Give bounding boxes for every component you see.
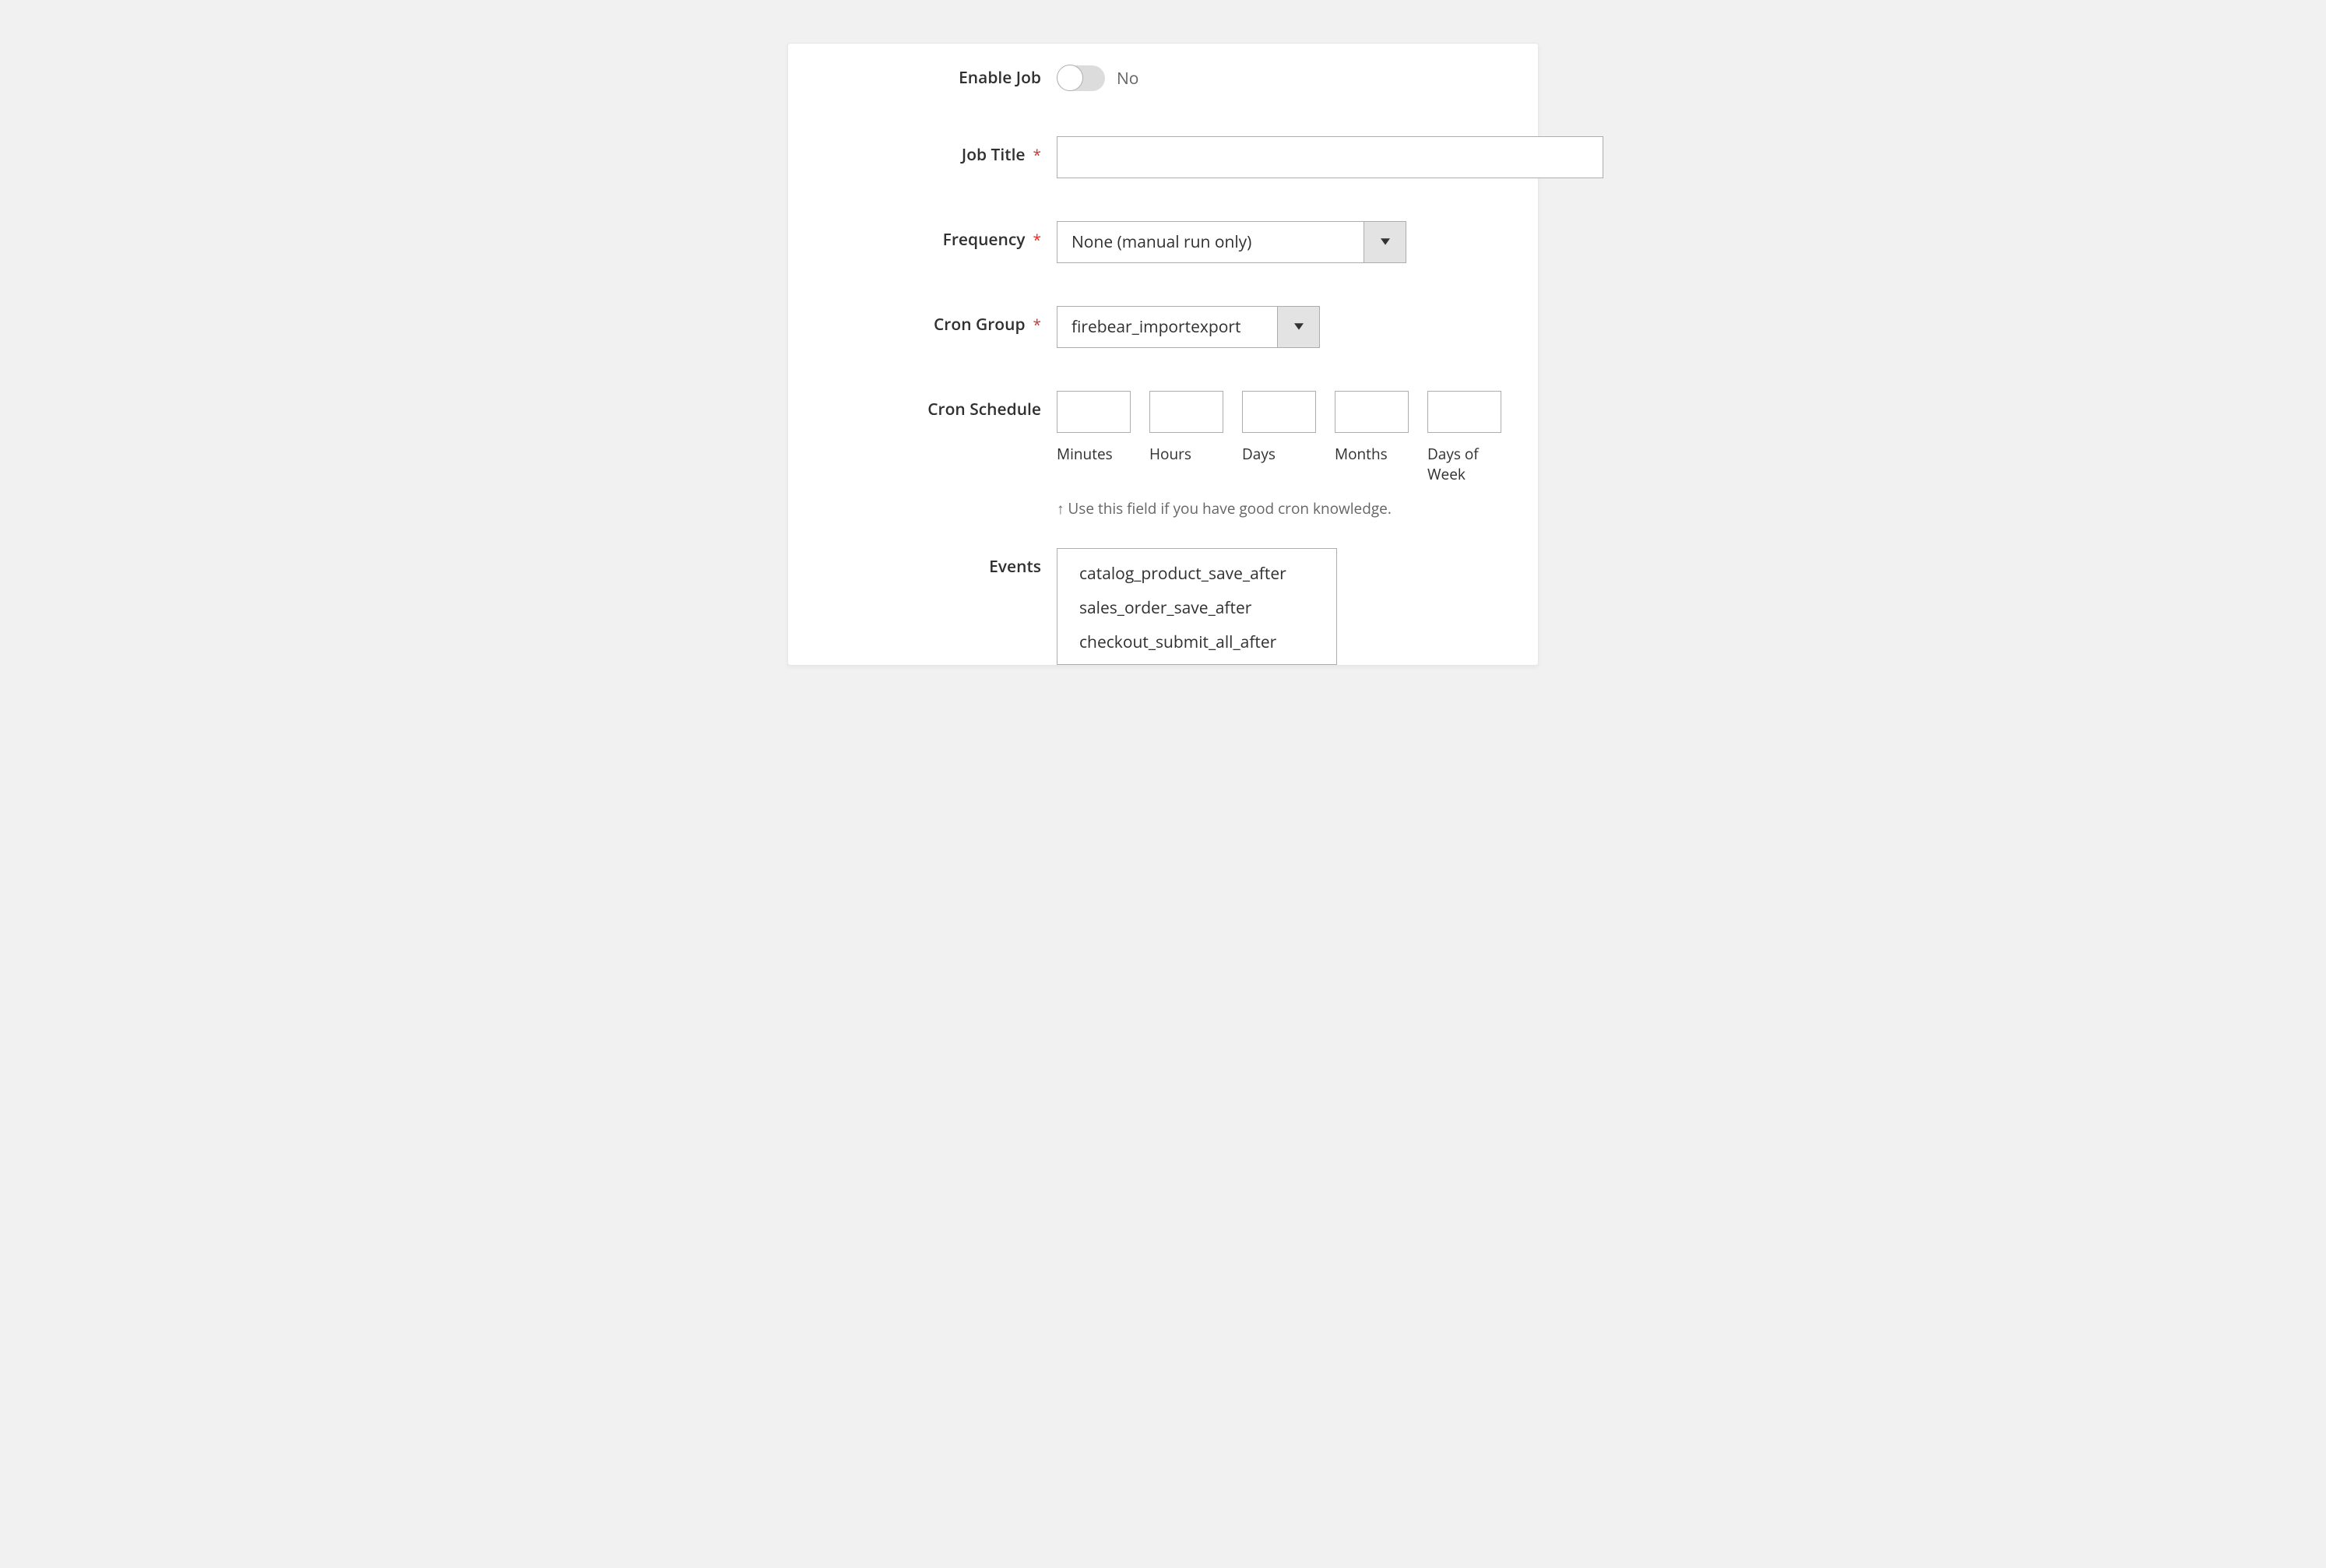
cron-schedule-label: Cron Schedule xyxy=(796,391,1057,420)
cron-schedule-fields: Minutes Hours Days Months xyxy=(1057,391,1507,484)
cron-months-caption: Months xyxy=(1335,444,1409,464)
cron-minutes-caption: Minutes xyxy=(1057,444,1131,464)
frequency-label: Frequency xyxy=(796,221,1057,251)
events-row: Events catalog_product_save_after sales_… xyxy=(796,548,1507,665)
cron-minutes-input[interactable] xyxy=(1057,391,1131,433)
chevron-down-icon xyxy=(1277,307,1319,347)
cron-schedule-row: Cron Schedule Minutes Hours Days xyxy=(796,391,1507,519)
cron-hours-input[interactable] xyxy=(1149,391,1223,433)
cron-group-row: Cron Group firebear_importexport xyxy=(796,306,1507,348)
enable-job-row: Enable Job No xyxy=(796,65,1507,91)
chevron-down-icon xyxy=(1364,222,1406,262)
events-option[interactable]: catalog_product_save_after xyxy=(1079,563,1314,585)
cron-group-value: firebear_importexport xyxy=(1057,307,1277,347)
cron-group-select[interactable]: firebear_importexport xyxy=(1057,306,1320,348)
enable-job-state-label: No xyxy=(1117,68,1138,90)
job-title-input[interactable] xyxy=(1057,136,1603,178)
cron-dow-caption: Days of Week xyxy=(1427,444,1501,484)
cron-months-input[interactable] xyxy=(1335,391,1409,433)
events-option[interactable]: sales_order_save_after xyxy=(1079,597,1314,619)
enable-job-toggle[interactable] xyxy=(1057,65,1105,91)
job-settings-panel: Enable Job No Job Title Frequency xyxy=(787,43,1539,666)
cron-dow-input[interactable] xyxy=(1427,391,1501,433)
cron-group-label: Cron Group xyxy=(796,306,1057,336)
frequency-value: None (manual run only) xyxy=(1057,222,1364,262)
cron-days-caption: Days xyxy=(1242,444,1316,464)
events-label: Events xyxy=(796,548,1057,578)
events-option[interactable]: checkout_submit_all_after xyxy=(1079,631,1314,653)
toggle-knob xyxy=(1057,65,1083,91)
job-title-label: Job Title xyxy=(796,136,1057,166)
cron-schedule-helper: ↑ Use this field if you have good cron k… xyxy=(1057,498,1507,519)
cron-days-input[interactable] xyxy=(1242,391,1316,433)
events-listbox[interactable]: catalog_product_save_after sales_order_s… xyxy=(1057,548,1337,665)
enable-job-label: Enable Job xyxy=(796,65,1057,89)
frequency-select[interactable]: None (manual run only) xyxy=(1057,221,1406,263)
cron-hours-caption: Hours xyxy=(1149,444,1223,464)
frequency-row: Frequency None (manual run only) xyxy=(796,221,1507,263)
job-title-row: Job Title xyxy=(796,136,1507,178)
